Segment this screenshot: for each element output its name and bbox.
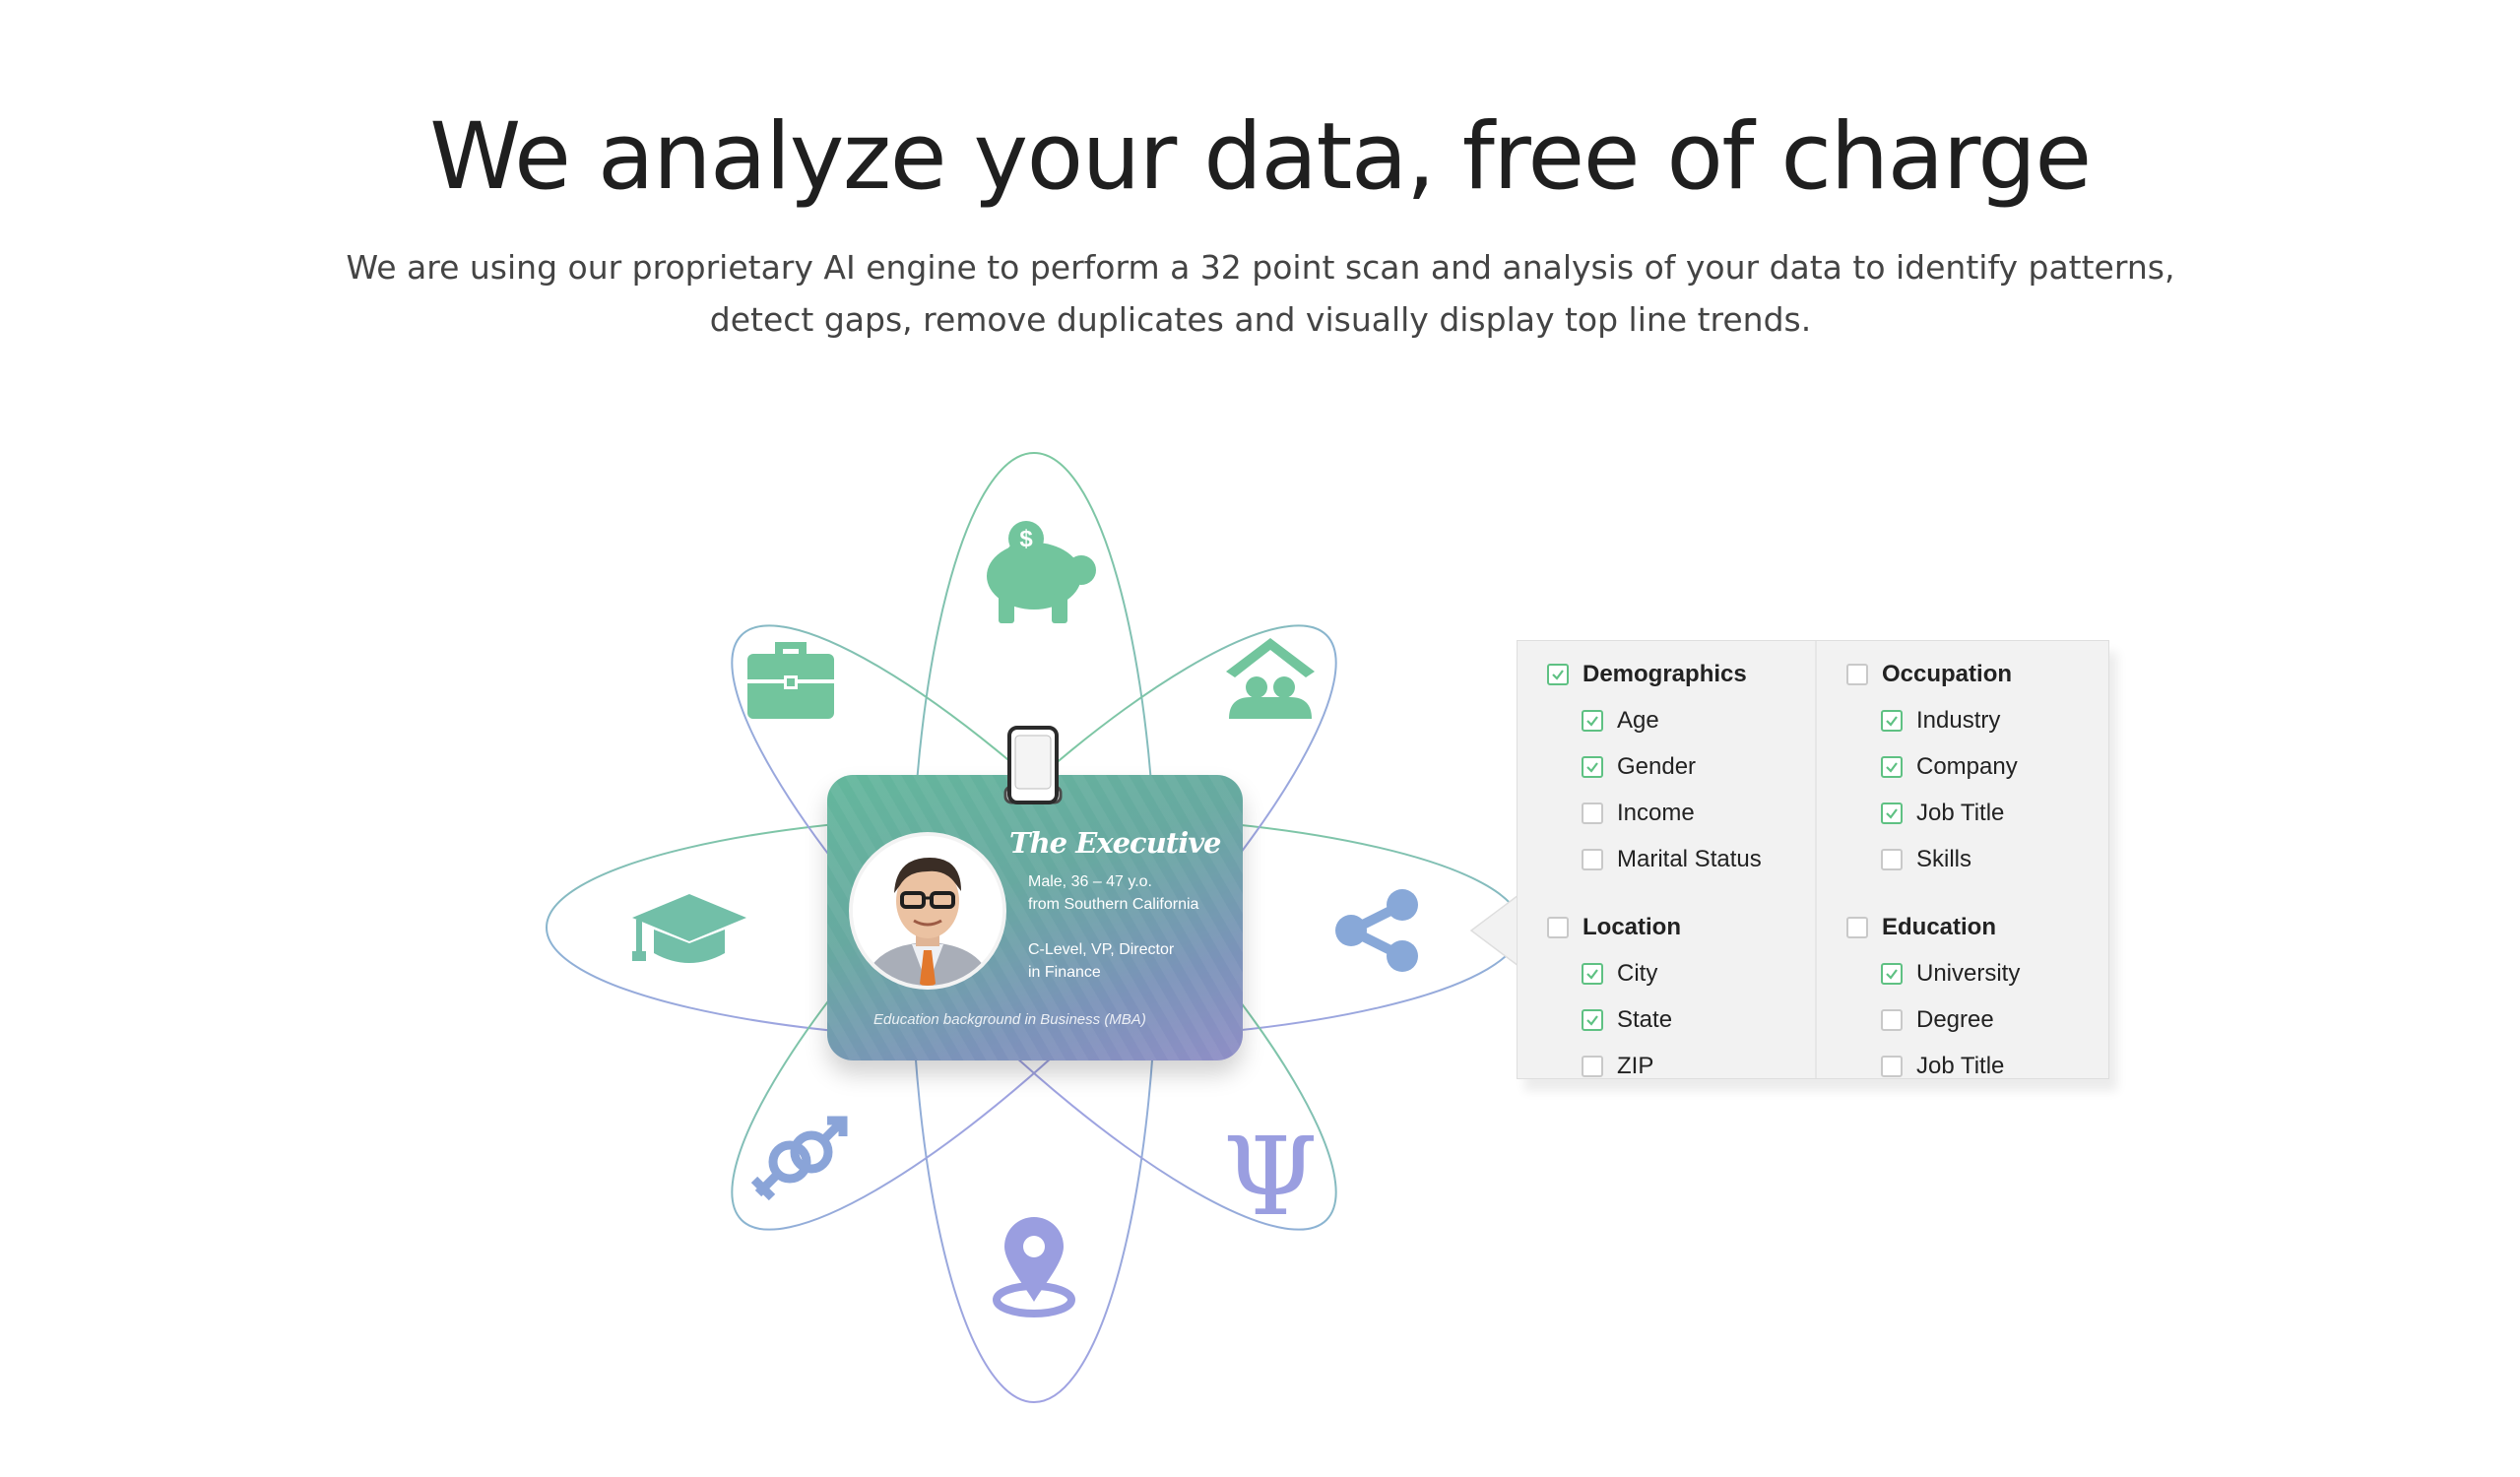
checklist-group-demographics[interactable]: Demographics [1547,651,1762,697]
checklist-item-state[interactable]: State [1582,996,1681,1043]
atom-orbit-diagram: $ Ψ [546,452,1522,1403]
checkbox-university[interactable] [1881,962,1903,985]
checklist-item-university[interactable]: University [1881,950,2020,996]
checklist-item-marital-status[interactable]: Marital Status [1582,836,1762,882]
badge-role-line: C-Level, VP, Director [1028,941,1175,958]
checkbox-location[interactable] [1547,916,1569,938]
executive-id-badge: The Executive Male, 36 – 47 y.o. from So… [827,775,1243,1060]
checklist-group-demographics-block: Demographics Age Gender Income Marital Statu… [1547,651,1762,882]
badge-age-line: Male, 36 – 47 y.o. [1028,873,1152,890]
checkmark-icon [1586,968,1598,980]
checklist-column-right: Occupation Industry Company Job Title Skills… [1815,641,2108,1079]
checkbox-occupation[interactable] [1846,663,1868,685]
data-fields-checklist-panel: Demographics Age Gender Income Marital Statu… [1517,640,2109,1079]
badge-title: The Executive [1009,826,1222,860]
checklist-label: Company [1916,752,2018,780]
checkbox-marital-status[interactable] [1582,848,1603,870]
checklist-label: ZIP [1617,1052,1654,1079]
checklist-label: Job Title [1916,799,2005,826]
checklist-group-location[interactable]: Location [1547,904,1681,950]
checklist-label: Marital Status [1617,845,1762,872]
checklist-item-degree[interactable]: Degree [1881,996,2020,1043]
checklist-item-job-title[interactable]: Job Title [1881,1043,2020,1079]
checklist-label: Age [1617,706,1659,734]
checkbox-state[interactable] [1582,1008,1603,1031]
piggy-bank-icon: $ [987,521,1096,623]
checklist-item-income[interactable]: Income [1582,790,1762,836]
executive-portrait-image [853,836,1002,986]
checkbox-age[interactable] [1582,709,1603,732]
checklist-label: Demographics [1583,660,1747,687]
badge-education-line: Education background in Business (MBA) [873,1011,1146,1028]
checklist-label: Gender [1617,752,1697,780]
checkbox-zip[interactable] [1582,1055,1603,1077]
checkbox-degree[interactable] [1881,1008,1903,1031]
graduation-cap-icon [632,894,746,963]
checkmark-icon [1886,715,1898,727]
checklist-item-company[interactable]: Company [1881,743,2018,790]
checklist-item-city[interactable]: City [1582,950,1681,996]
checkbox-gender[interactable] [1582,755,1603,778]
checkbox-city[interactable] [1582,962,1603,985]
checkbox-demographics[interactable] [1547,663,1569,685]
location-pin-icon [993,1217,1075,1317]
checklist-label: University [1916,959,2021,987]
checkbox-skills[interactable] [1881,848,1903,870]
panel-pointer-arrow [1469,891,1524,970]
checkbox-education[interactable] [1846,916,1868,938]
checklist-item-job-title[interactable]: Job Title [1881,790,2018,836]
checklist-label: Income [1617,799,1695,826]
svg-text:Ψ: Ψ [1223,1114,1318,1240]
checklist-group-education-block: Education University Degree Job Title [1846,904,2020,1079]
checklist-label: City [1617,959,1658,987]
checklist-group-occupation[interactable]: Occupation [1846,651,2018,697]
checklist-label: Industry [1916,706,2001,734]
checklist-group-location-block: Location City State ZIP [1547,904,1681,1079]
home-family-icon [1226,638,1315,719]
badge-department-line: in Finance [1028,964,1101,981]
briefcase-icon [747,642,834,719]
checkbox-job-title[interactable] [1881,1055,1903,1077]
checkmark-icon [1586,761,1598,773]
checklist-group-occupation-block: Occupation Industry Company Job Title Skills [1846,651,2018,882]
checklist-group-education[interactable]: Education [1846,904,2020,950]
checkbox-job-title[interactable] [1881,802,1903,824]
badge-clip-icon [1003,726,1063,804]
gender-icon [750,1116,848,1201]
checklist-label: State [1617,1005,1673,1033]
checkmark-icon [1552,669,1564,680]
checklist-label: Job Title [1916,1052,2005,1079]
checkbox-industry[interactable] [1881,709,1903,732]
checkmark-icon [1586,1014,1598,1026]
checklist-item-industry[interactable]: Industry [1881,697,2018,743]
checklist-item-gender[interactable]: Gender [1582,743,1762,790]
checklist-label: Skills [1916,845,1972,872]
checkmark-icon [1886,968,1898,980]
checkmark-icon [1886,761,1898,773]
svg-text:$: $ [1019,526,1033,552]
checklist-label: Degree [1916,1005,1994,1033]
checkmark-icon [1886,807,1898,819]
checklist-item-zip[interactable]: ZIP [1582,1043,1681,1079]
checkbox-company[interactable] [1881,755,1903,778]
psi-icon: Ψ [1223,1114,1318,1240]
executive-avatar [849,832,1006,990]
checklist-item-skills[interactable]: Skills [1881,836,2018,882]
checklist-label: Education [1882,913,1997,940]
checklist-label: Occupation [1882,660,2013,687]
checkmark-icon [1586,715,1598,727]
share-icon [1335,889,1418,972]
checklist-item-age[interactable]: Age [1582,697,1762,743]
badge-region-line: from Southern California [1028,896,1199,913]
checkbox-income[interactable] [1582,802,1603,824]
checklist-column-left: Demographics Age Gender Income Marital Statu… [1518,641,1813,1078]
checklist-label: Location [1583,913,1681,940]
